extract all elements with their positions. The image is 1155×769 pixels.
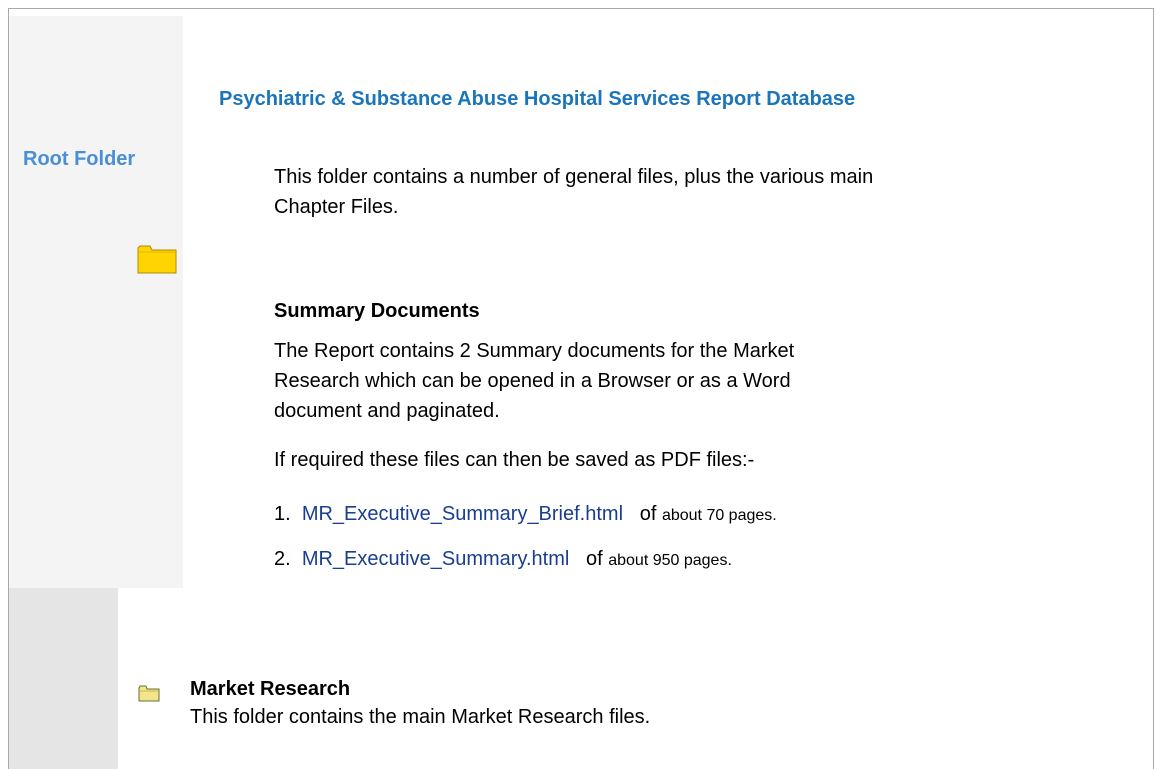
page-title: Psychiatric & Substance Abuse Hospital S… — [219, 88, 856, 110]
sidebar-market-research-panel — [9, 588, 118, 769]
list-number: 2. — [274, 548, 291, 570]
market-research-heading: Market Research — [190, 678, 351, 700]
root-folder-label: Root Folder — [23, 148, 136, 170]
sidebar-root-panel — [9, 16, 183, 588]
folder-icon[interactable] — [138, 685, 160, 702]
list-description: about 950 pages. — [608, 552, 732, 569]
summary-description: The Report contains 2 Summary documents … — [274, 340, 795, 422]
market-research-description: This folder contains the main Market Res… — [190, 706, 651, 728]
list-item: 1. MR_Executive_Summary_Brief.html of ab… — [274, 503, 777, 526]
summary-documents-heading: Summary Documents — [274, 300, 480, 322]
intro-text: This folder contains a number of general… — [274, 166, 874, 218]
list-number: 1. — [274, 503, 291, 525]
folder-icon[interactable] — [137, 244, 177, 274]
list-item: 2. MR_Executive_Summary.html of about 95… — [274, 548, 732, 571]
list-of: of — [639, 503, 657, 525]
executive-summary-link[interactable]: MR_Executive_Summary.html — [302, 548, 569, 570]
list-of: of — [585, 548, 603, 570]
list-description: about 70 pages. — [661, 507, 777, 524]
pdf-note: If required these files can then be save… — [274, 449, 755, 471]
executive-summary-brief-link[interactable]: MR_Executive_Summary_Brief.html — [302, 503, 623, 525]
